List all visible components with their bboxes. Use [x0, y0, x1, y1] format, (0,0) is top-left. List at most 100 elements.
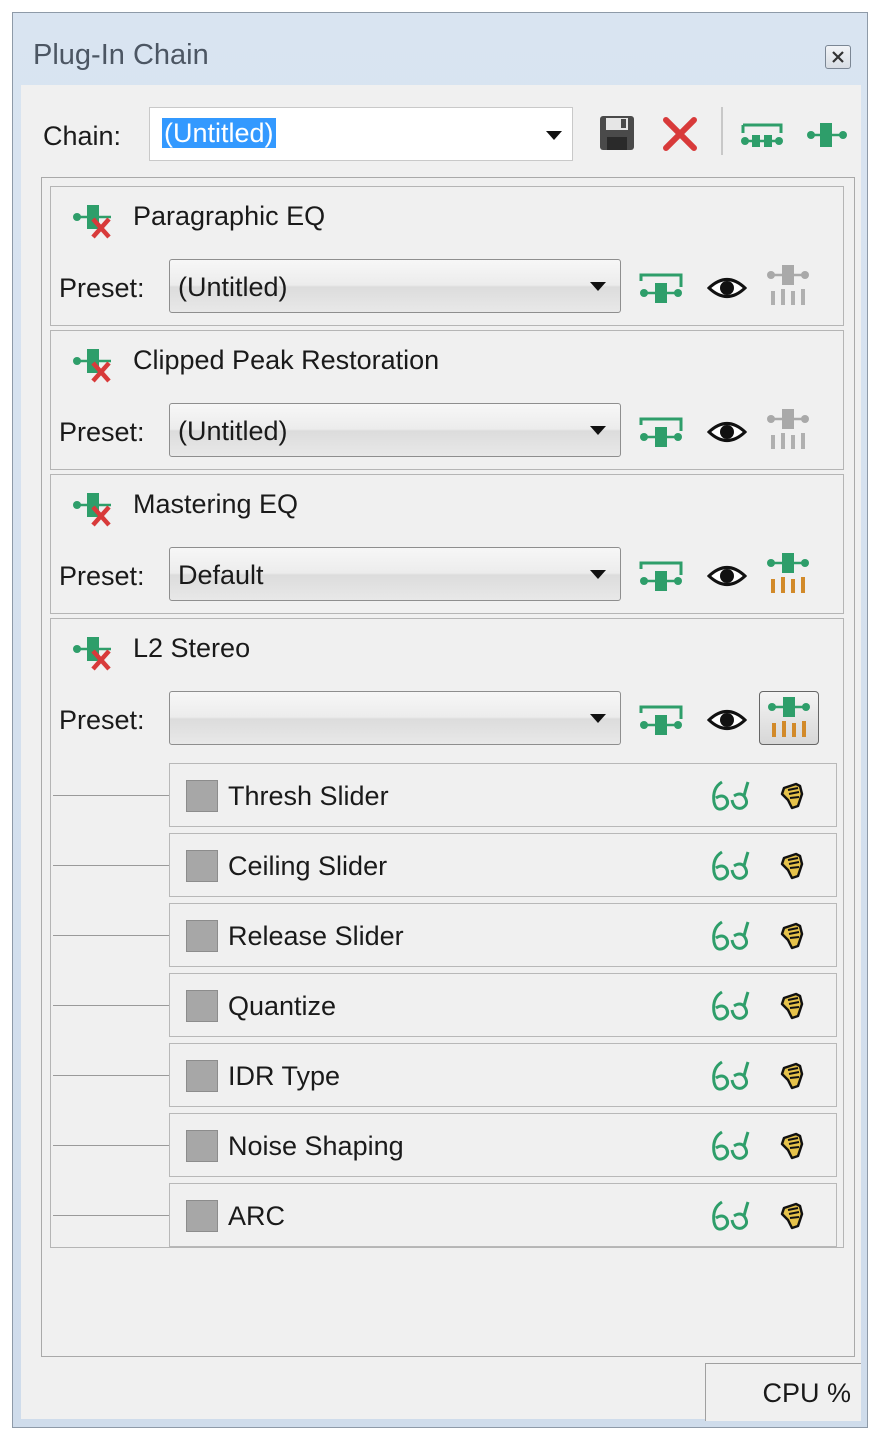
eye-icon[interactable]	[707, 707, 747, 733]
plugin-bypass-icon[interactable]	[71, 347, 117, 383]
chain-select[interactable]: (Untitled)	[149, 107, 573, 161]
preset-value: (Untitled)	[178, 416, 288, 446]
preset-label: Preset:	[59, 417, 145, 447]
settings-icon[interactable]	[765, 409, 811, 451]
automation-icon[interactable]	[708, 778, 752, 814]
chain-value: (Untitled)	[162, 118, 276, 148]
plugin-name: Clipped Peak Restoration	[133, 345, 440, 375]
settings-button-active[interactable]	[759, 691, 819, 745]
plugin-bypass-icon[interactable]	[71, 635, 117, 671]
tree-connector	[53, 1215, 169, 1216]
envelope-icon[interactable]	[639, 703, 683, 737]
preset-label: Preset:	[59, 561, 145, 591]
parameter-name: IDR Type	[228, 1061, 341, 1091]
tree-connector	[53, 795, 169, 796]
toolbar-separator	[721, 107, 723, 155]
hand-icon[interactable]	[778, 1060, 808, 1092]
parameter-row[interactable]: Release Slider	[169, 903, 837, 967]
preset-select[interactable]: (Untitled)	[169, 259, 621, 313]
plugin-panel: L2 Stereo Preset: Thresh Slider Ceiling …	[50, 618, 844, 1248]
automation-icon[interactable]	[708, 1198, 752, 1234]
parameter-name: ARC	[228, 1201, 286, 1231]
plugin-panel: Paragraphic EQ Preset: (Untitled)	[50, 186, 844, 326]
close-icon	[832, 51, 844, 63]
tree-connector	[53, 865, 169, 866]
tree-connector	[53, 1145, 169, 1146]
plugin-name: Mastering EQ	[133, 489, 299, 519]
preset-label: Preset:	[59, 705, 145, 735]
plugin-panel: Mastering EQ Preset: Default	[50, 474, 844, 614]
chain-add-icon[interactable]	[739, 119, 785, 151]
parameter-swatch[interactable]	[186, 920, 218, 952]
parameter-name: Thresh Slider	[228, 781, 389, 811]
settings-icon	[768, 697, 810, 737]
automation-icon[interactable]	[708, 918, 752, 954]
parameter-row[interactable]: Thresh Slider	[169, 763, 837, 827]
parameter-row[interactable]: Ceiling Slider	[169, 833, 837, 897]
envelope-icon[interactable]	[639, 559, 683, 593]
hand-icon[interactable]	[778, 920, 808, 952]
parameter-row[interactable]: Noise Shaping	[169, 1113, 837, 1177]
eye-icon[interactable]	[707, 275, 747, 301]
hand-icon[interactable]	[778, 990, 808, 1022]
parameter-swatch[interactable]	[186, 1200, 218, 1232]
envelope-icon[interactable]	[639, 415, 683, 449]
hand-icon[interactable]	[778, 1130, 808, 1162]
plugin-bypass-icon[interactable]	[71, 491, 117, 527]
preset-select[interactable]: Default	[169, 547, 621, 601]
eye-icon[interactable]	[707, 419, 747, 445]
automation-icon[interactable]	[708, 1128, 752, 1164]
tree-connector	[53, 1075, 169, 1076]
cpu-indicator: CPU %	[705, 1363, 861, 1421]
settings-icon[interactable]	[765, 265, 811, 307]
settings-icon[interactable]	[765, 553, 811, 595]
plugin-panel: Clipped Peak Restoration Preset: (Untitl…	[50, 330, 844, 470]
plugin-chain-window: Plug-In Chain Chain: (Untitled) Paragrap…	[12, 12, 868, 1428]
chevron-down-icon	[590, 570, 606, 579]
hand-icon[interactable]	[778, 850, 808, 882]
chevron-down-icon	[546, 131, 562, 140]
plugin-add-icon[interactable]	[805, 119, 849, 151]
hand-icon[interactable]	[778, 780, 808, 812]
cpu-label: CPU %	[762, 1378, 851, 1408]
preset-value: (Untitled)	[178, 272, 288, 302]
chevron-down-icon	[590, 714, 606, 723]
hand-icon[interactable]	[778, 1200, 808, 1232]
plugin-bypass-icon[interactable]	[71, 203, 117, 239]
parameter-swatch[interactable]	[186, 1130, 218, 1162]
parameter-swatch[interactable]	[186, 780, 218, 812]
eye-icon[interactable]	[707, 563, 747, 589]
tree-connector	[53, 1005, 169, 1006]
preset-select[interactable]	[169, 691, 621, 745]
status-bar: CPU %	[21, 1363, 861, 1421]
title-bar: Plug-In Chain	[13, 13, 867, 93]
parameter-swatch[interactable]	[186, 850, 218, 882]
chevron-down-icon	[590, 282, 606, 291]
plugin-name: L2 Stereo	[133, 633, 251, 663]
envelope-icon[interactable]	[639, 271, 683, 305]
plugin-name: Paragraphic EQ	[133, 201, 326, 231]
parameter-row[interactable]: ARC	[169, 1183, 837, 1247]
parameter-row[interactable]: IDR Type	[169, 1043, 837, 1107]
close-button[interactable]	[825, 45, 851, 69]
parameter-name: Release Slider	[228, 921, 404, 951]
parameter-swatch[interactable]	[186, 990, 218, 1022]
window-title: Plug-In Chain	[33, 39, 209, 71]
parameter-row[interactable]: Quantize	[169, 973, 837, 1037]
automation-icon[interactable]	[708, 1058, 752, 1094]
automation-icon[interactable]	[708, 988, 752, 1024]
preset-select[interactable]: (Untitled)	[169, 403, 621, 457]
tree-connector	[53, 935, 169, 936]
parameter-name: Quantize	[228, 991, 337, 1021]
save-icon[interactable]	[597, 113, 637, 153]
parameter-name: Ceiling Slider	[228, 851, 388, 881]
delete-icon[interactable]	[661, 115, 699, 153]
parameter-name: Noise Shaping	[228, 1131, 404, 1161]
preset-value: Default	[178, 560, 264, 590]
chevron-down-icon	[590, 426, 606, 435]
window-client: Chain: (Untitled) Paragraphic EQ Preset:…	[21, 85, 861, 1421]
automation-icon[interactable]	[708, 848, 752, 884]
chain-area: Paragraphic EQ Preset: (Untitled) Clippe…	[41, 177, 855, 1357]
parameter-swatch[interactable]	[186, 1060, 218, 1092]
chain-label: Chain:	[43, 121, 122, 151]
